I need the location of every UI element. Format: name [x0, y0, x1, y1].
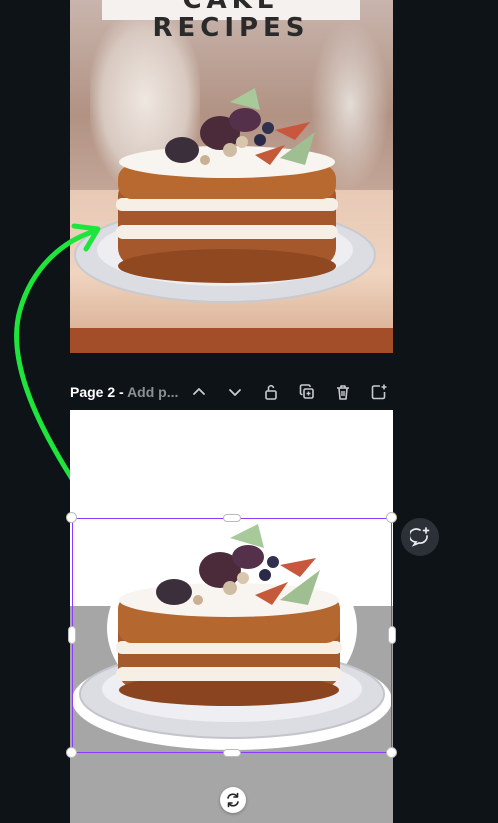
- add-page-icon: [371, 384, 387, 400]
- resize-handle-top[interactable]: [223, 514, 241, 522]
- page-title-input[interactable]: Add p...: [127, 384, 178, 400]
- resize-handle-bottom[interactable]: [223, 749, 241, 757]
- page-number-text: Page 2 -: [70, 384, 128, 400]
- add-comment-icon: [410, 527, 430, 547]
- selection-box[interactable]: [72, 518, 392, 753]
- resize-handle-bottom-left[interactable]: [66, 747, 77, 758]
- unlock-icon: [265, 384, 277, 400]
- resize-handle-right[interactable]: [388, 626, 396, 644]
- trash-icon: [337, 385, 349, 400]
- cake-photo[interactable]: [70, 0, 393, 353]
- duplicate-page-button[interactable]: [295, 380, 319, 404]
- duplicate-icon: [299, 384, 314, 399]
- delete-page-button[interactable]: [331, 380, 355, 404]
- resize-handle-left[interactable]: [68, 626, 76, 644]
- add-comment-button[interactable]: [401, 518, 439, 556]
- page-2-label[interactable]: Page 2 - Add p...: [70, 384, 178, 400]
- resize-handle-top-right[interactable]: [386, 512, 397, 523]
- rotate-button[interactable]: [220, 787, 246, 813]
- lock-page-button[interactable]: [259, 380, 283, 404]
- move-page-down-button[interactable]: [223, 380, 247, 404]
- resize-handle-top-left[interactable]: [66, 512, 77, 523]
- rotate-icon: [227, 792, 239, 808]
- move-page-up-button[interactable]: [187, 380, 211, 404]
- chevron-up-icon: [193, 388, 205, 395]
- page-1-canvas[interactable]: CAKE RECIPES: [70, 0, 393, 353]
- chevron-down-icon: [229, 389, 241, 396]
- add-page-button[interactable]: [367, 380, 391, 404]
- resize-handle-bottom-right[interactable]: [386, 747, 397, 758]
